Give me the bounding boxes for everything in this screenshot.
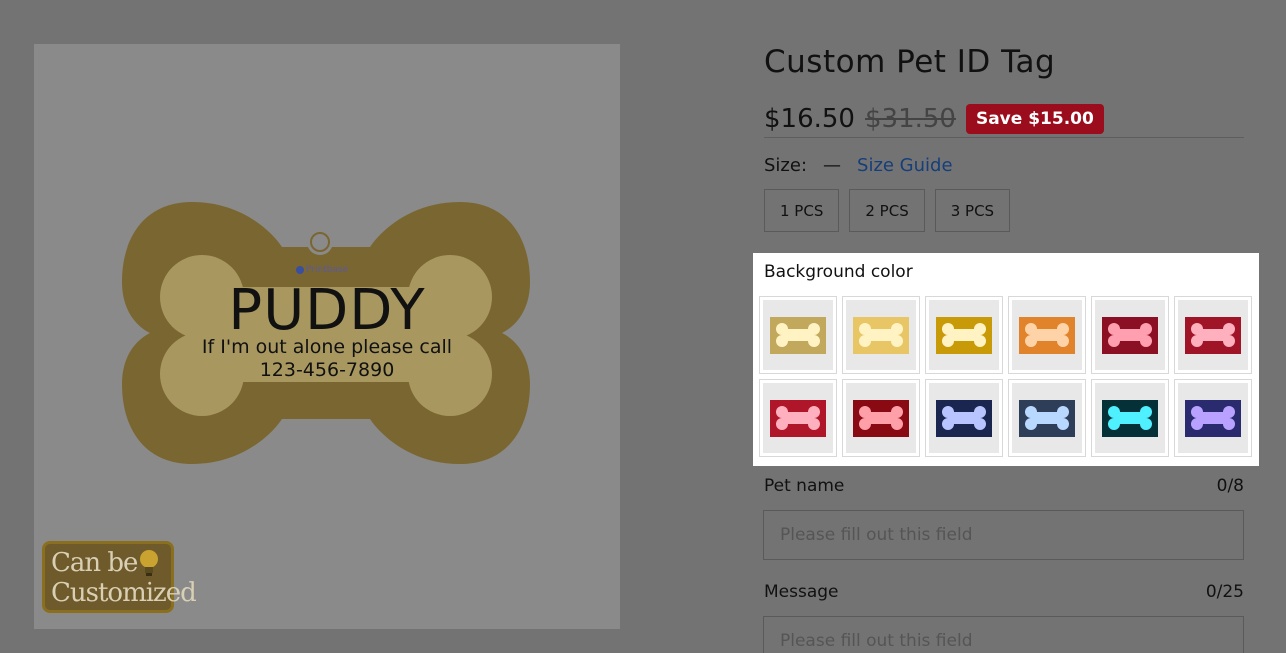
swatch-color-chip (1019, 399, 1075, 437)
bone-icon (776, 323, 820, 347)
pet-name-label: Pet name (764, 476, 845, 496)
swatch-color-chip (936, 316, 992, 354)
color-swatch-4[interactable] (1008, 296, 1086, 374)
tag-pet-name: PUDDY (228, 278, 426, 343)
color-swatch-3[interactable] (925, 296, 1003, 374)
tag-phone: 123-456-7890 (259, 359, 395, 381)
color-swatch-12[interactable] (1174, 379, 1252, 457)
size-guide-link[interactable]: Size Guide (857, 155, 953, 176)
size-option-1-pcs[interactable]: 1 PCS (764, 189, 840, 232)
color-swatch-11[interactable] (1091, 379, 1169, 457)
lightbulb-icon (140, 550, 158, 576)
product-image: Printbase PUDDY If I'm out alone please … (34, 44, 620, 629)
bone-icon (1191, 406, 1235, 430)
customizable-badge: Can be Customized (42, 541, 197, 613)
color-swatch-7[interactable] (759, 379, 837, 457)
tag-message: If I'm out alone please call (201, 336, 453, 358)
badge-line2: Customized (51, 578, 197, 608)
color-swatch-6[interactable] (1174, 296, 1252, 374)
color-swatch-1[interactable] (759, 296, 837, 374)
divider (764, 137, 1244, 138)
bone-icon (942, 406, 986, 430)
size-options: 1 PCS 2 PCS 3 PCS (764, 189, 1011, 232)
message-count: 0/25 (1205, 582, 1244, 602)
swatch-color-chip (1102, 316, 1158, 354)
original-price: $31.50 (864, 104, 956, 134)
size-option-2-pcs[interactable]: 2 PCS (849, 189, 925, 232)
product-title: Custom Pet ID Tag (764, 44, 1056, 80)
swatch-frame (763, 383, 833, 453)
pet-name-count: 0/8 (1216, 476, 1244, 496)
bone-icon (1108, 323, 1152, 347)
bone-icon (776, 406, 820, 430)
size-option-3-pcs[interactable]: 3 PCS (934, 189, 1011, 232)
swatch-frame (1178, 383, 1248, 453)
swatch-color-chip (936, 399, 992, 437)
bone-icon (1108, 406, 1152, 430)
badge-line1: Can be (51, 548, 138, 578)
swatch-color-chip (1102, 399, 1158, 437)
bone-icon (859, 406, 903, 430)
swatch-frame (929, 300, 999, 370)
bone-icon (1025, 406, 1069, 430)
swatch-frame (846, 383, 916, 453)
current-price: $16.50 (764, 104, 855, 134)
size-row: Size: — Size Guide (764, 155, 953, 176)
pet-name-input[interactable] (763, 510, 1244, 560)
swatch-color-chip (770, 399, 826, 437)
swatch-frame (1178, 300, 1248, 370)
brand-logo: Printbase (296, 265, 348, 275)
message-input[interactable] (763, 616, 1244, 653)
swatch-color-chip (770, 316, 826, 354)
size-dash: — (823, 155, 842, 176)
price-row: $16.50 $31.50 Save $15.00 (764, 101, 1104, 137)
bone-icon (942, 323, 986, 347)
bone-icon (1191, 323, 1235, 347)
swatch-color-chip (853, 316, 909, 354)
swatch-color-chip (1019, 316, 1075, 354)
background-color-label: Background color (764, 262, 913, 282)
color-swatch-8[interactable] (842, 379, 920, 457)
message-label: Message (764, 582, 839, 602)
swatch-frame (763, 300, 833, 370)
save-badge: Save $15.00 (965, 104, 1104, 134)
swatch-frame (1012, 383, 1082, 453)
swatch-frame (1095, 383, 1165, 453)
color-swatch-5[interactable] (1091, 296, 1169, 374)
swatch-frame (1095, 300, 1165, 370)
swatch-frame (846, 300, 916, 370)
swatch-frame (1012, 300, 1082, 370)
swatch-frame (929, 383, 999, 453)
swatch-color-chip (1185, 399, 1241, 437)
color-swatch-10[interactable] (1008, 379, 1086, 457)
size-label: Size: (764, 155, 808, 176)
background-color-panel: Background color (753, 253, 1259, 466)
color-swatch-9[interactable] (925, 379, 1003, 457)
color-swatch-2[interactable] (842, 296, 920, 374)
swatch-grid (759, 296, 1252, 457)
bone-icon (1025, 323, 1069, 347)
bone-icon (859, 323, 903, 347)
swatch-color-chip (1185, 316, 1241, 354)
swatch-color-chip (853, 399, 909, 437)
